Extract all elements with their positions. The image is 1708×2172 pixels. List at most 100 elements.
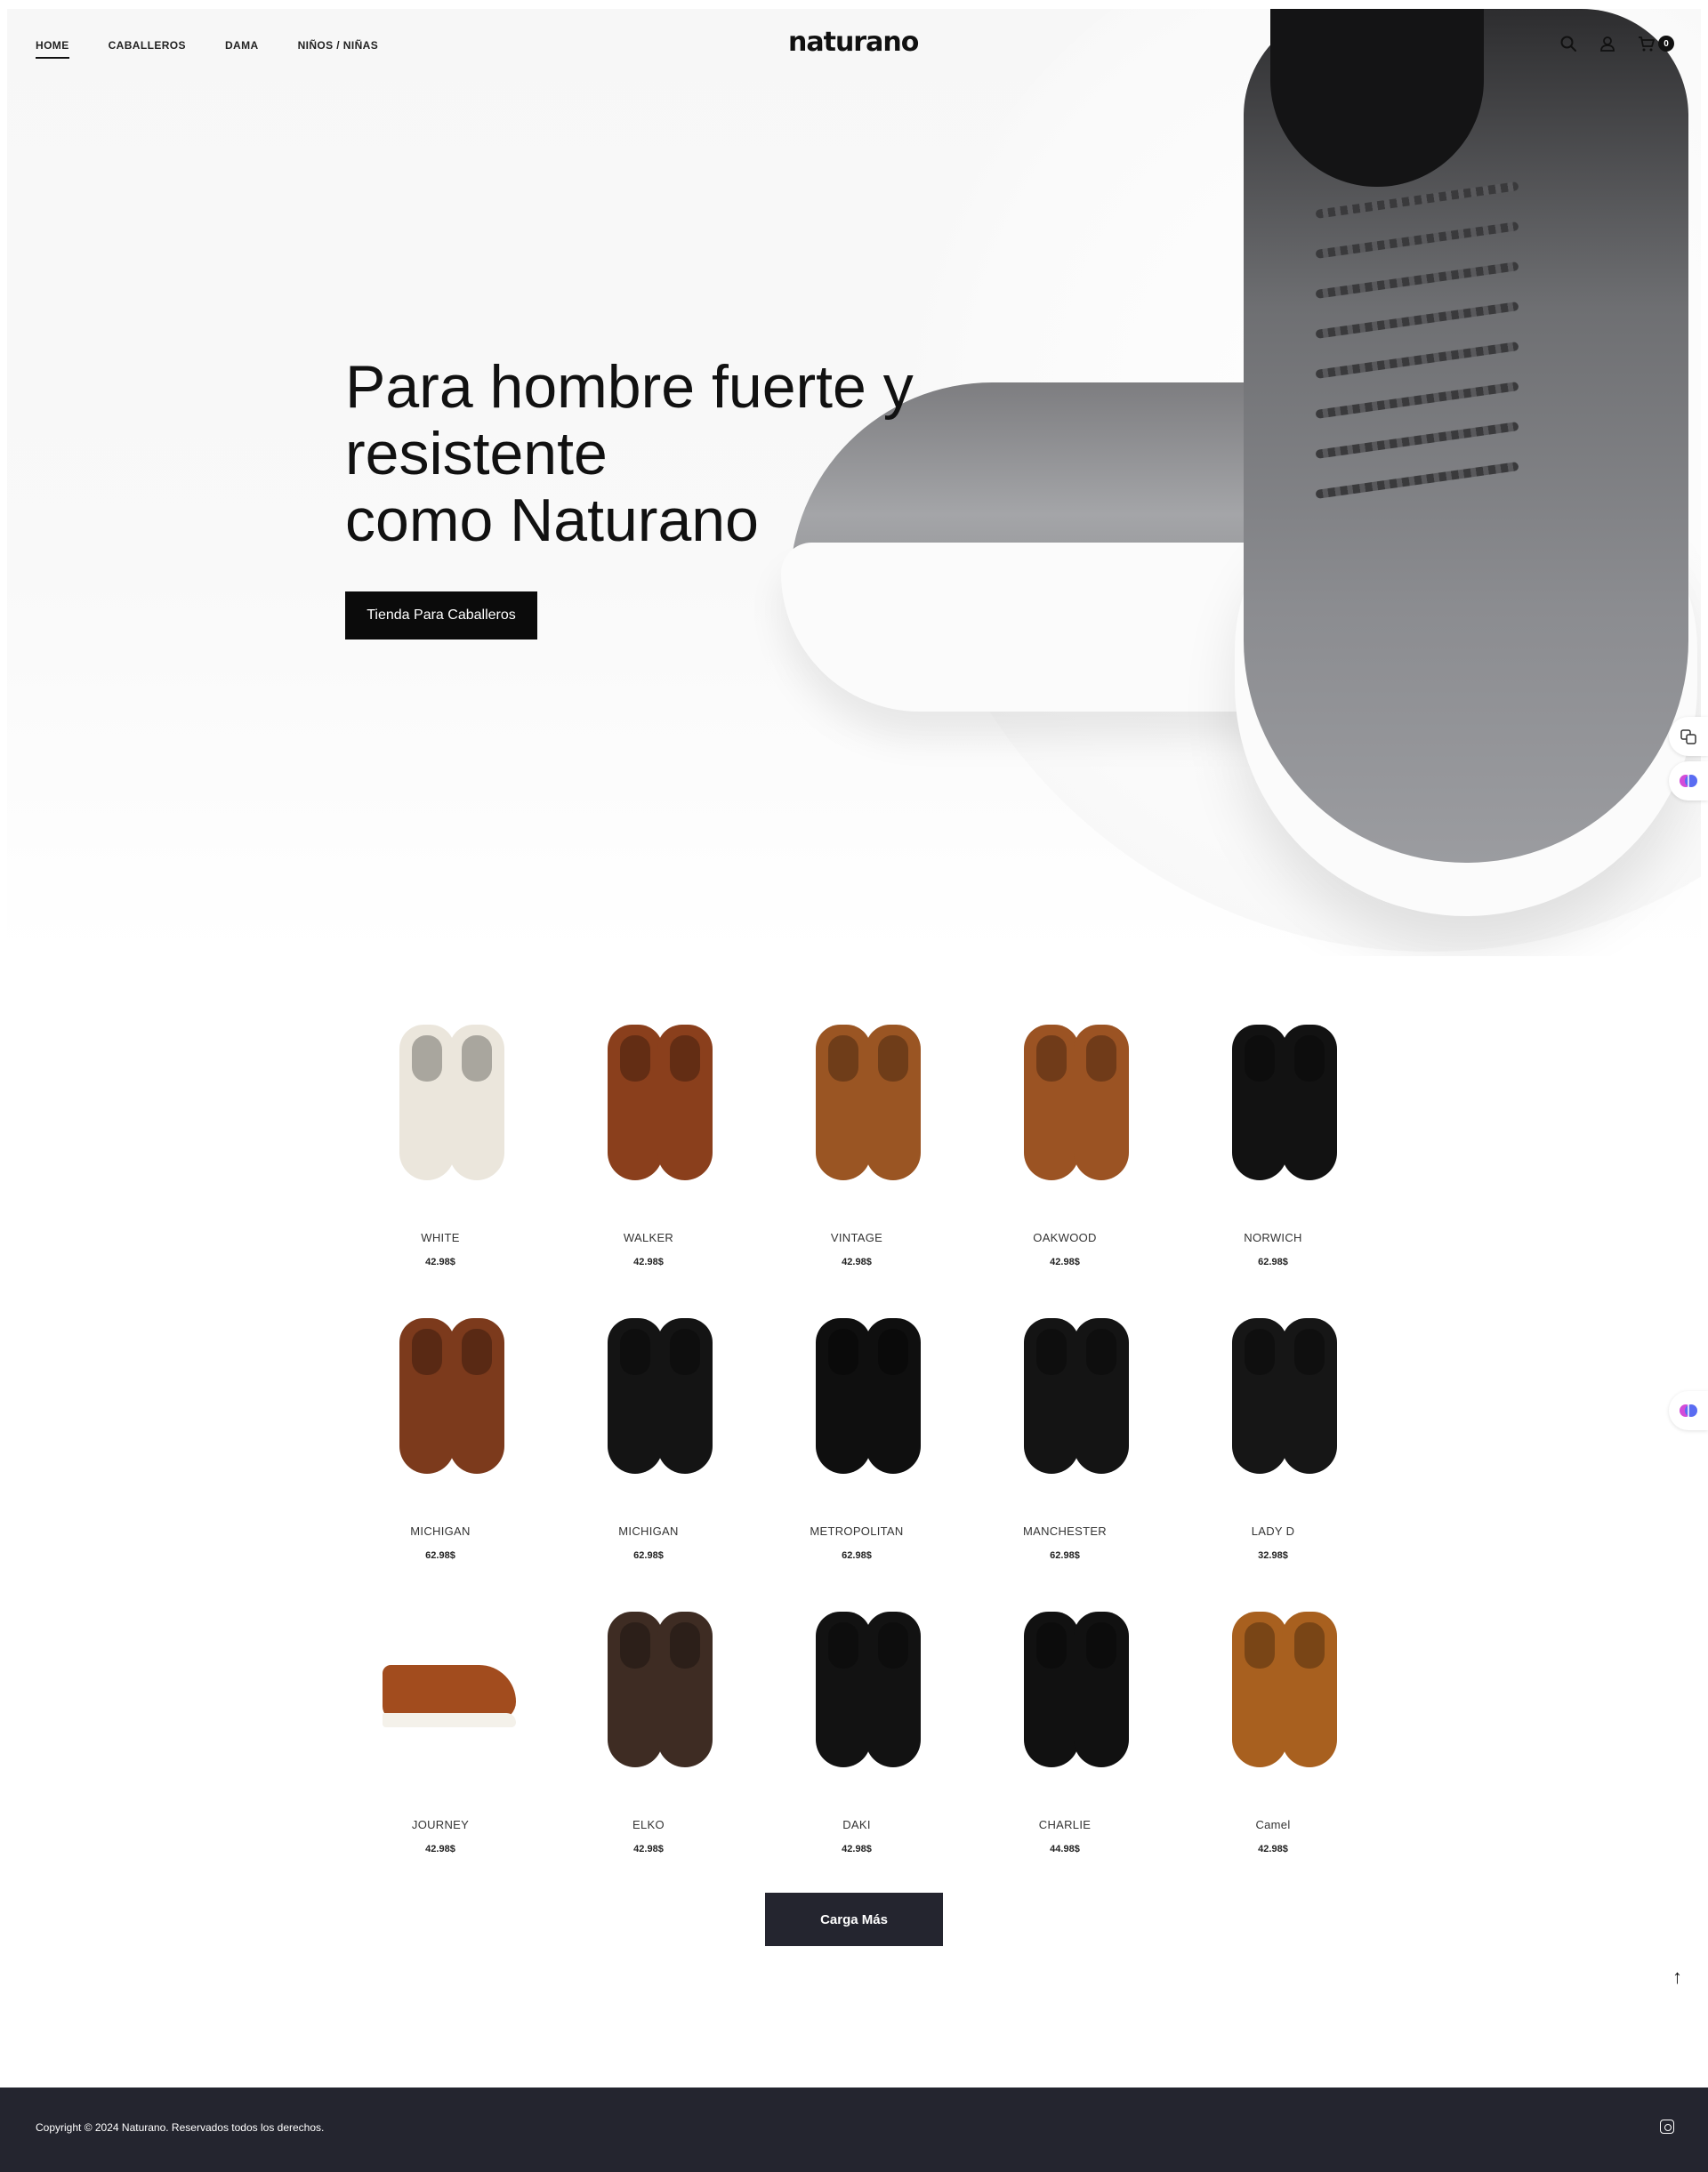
product-name[interactable]: DAKI: [842, 1818, 871, 1831]
shoe-right: [1074, 1025, 1129, 1180]
hero-banner: Para hombre fuerte y resistente como Nat…: [7, 9, 1701, 956]
product-name[interactable]: METROPOLITAN: [810, 1524, 903, 1538]
product-price: 44.98$: [1050, 1844, 1080, 1854]
product-price: 62.98$: [1258, 1257, 1288, 1267]
product-card[interactable]: OAKWOOD 42.98$: [961, 1003, 1169, 1297]
translate-widget-button[interactable]: [1669, 717, 1708, 756]
search-icon[interactable]: [1559, 34, 1578, 53]
product-card[interactable]: ELKO 42.98$: [544, 1590, 753, 1884]
product-name[interactable]: WHITE: [421, 1231, 459, 1244]
product-price: 42.98$: [1050, 1257, 1080, 1267]
product-card[interactable]: MICHIGAN 62.98$: [336, 1297, 544, 1590]
product-image[interactable]: [777, 1016, 937, 1194]
product-image[interactable]: [568, 1309, 729, 1487]
hero-title-line: Para hombre fuerte y: [345, 353, 914, 421]
scroll-to-top-arrow-icon[interactable]: ↑: [1672, 1966, 1682, 1989]
footer-copyright: Copyright © 2024 Naturano. Reservados to…: [36, 2121, 325, 2134]
product-name[interactable]: JOURNEY: [412, 1818, 469, 1831]
shoe-left: [399, 1025, 455, 1180]
product-name[interactable]: CHARLIE: [1039, 1818, 1091, 1831]
product-image[interactable]: [985, 1603, 1145, 1781]
product-card[interactable]: Camel 42.98$: [1169, 1590, 1377, 1884]
product-image[interactable]: [1193, 1309, 1353, 1487]
product-name[interactable]: ELKO: [632, 1818, 665, 1831]
nav-item-ninos-ninas[interactable]: NIÑOS / NIÑAS: [298, 39, 379, 59]
product-image[interactable]: [777, 1309, 937, 1487]
product-name[interactable]: WALKER: [624, 1231, 673, 1244]
shoe-right: [866, 1318, 921, 1474]
product-name[interactable]: MANCHESTER: [1023, 1524, 1107, 1538]
product-image[interactable]: [777, 1603, 937, 1781]
shoe-left: [608, 1612, 663, 1767]
cart-button[interactable]: 0: [1637, 34, 1674, 53]
shoe-left: [1024, 1025, 1079, 1180]
shoe-right: [866, 1612, 921, 1767]
product-name[interactable]: VINTAGE: [831, 1231, 882, 1244]
shoe-left: [816, 1025, 871, 1180]
product-price: 32.98$: [1258, 1550, 1288, 1561]
product-card[interactable]: METROPOLITAN 62.98$: [753, 1297, 961, 1590]
product-image[interactable]: [568, 1016, 729, 1194]
shoe-right: [449, 1025, 504, 1180]
shoe-left: [1232, 1612, 1287, 1767]
shoe-left: [1232, 1025, 1287, 1180]
product-card[interactable]: WHITE 42.98$: [336, 1003, 544, 1297]
cart-icon: [1637, 34, 1656, 53]
nav-item-home[interactable]: HOME: [36, 39, 69, 59]
load-more-button[interactable]: Carga Más: [765, 1893, 943, 1946]
hero-title: Para hombre fuerte y resistente como Nat…: [345, 354, 1021, 554]
product-image[interactable]: [568, 1603, 729, 1781]
product-card[interactable]: JOURNEY 42.98$: [336, 1590, 544, 1884]
product-price: 42.98$: [633, 1844, 664, 1854]
site-logo[interactable]: naturano: [788, 27, 919, 58]
product-image[interactable]: [360, 1603, 520, 1781]
product-price: 62.98$: [425, 1550, 455, 1561]
product-price: 62.98$: [1050, 1550, 1080, 1561]
instagram-icon[interactable]: [1660, 2120, 1674, 2134]
ai-assistant-button[interactable]: [1669, 761, 1708, 800]
nav-item-caballeros[interactable]: CABALLEROS: [109, 39, 186, 59]
product-name[interactable]: MICHIGAN: [618, 1524, 678, 1538]
product-name[interactable]: OAKWOOD: [1033, 1231, 1096, 1244]
product-card[interactable]: CHARLIE 44.98$: [961, 1590, 1169, 1884]
product-price: 42.98$: [425, 1257, 455, 1267]
product-price: 62.98$: [633, 1550, 664, 1561]
nav-item-dama[interactable]: DAMA: [225, 39, 259, 59]
product-card[interactable]: LADY D 32.98$: [1169, 1297, 1377, 1590]
shoe-left: [399, 1318, 455, 1474]
product-image[interactable]: [985, 1309, 1145, 1487]
product-card[interactable]: MANCHESTER 62.98$: [961, 1297, 1169, 1590]
main-nav: HOME CABALLEROS DAMA NIÑOS / NIÑAS: [36, 39, 378, 59]
product-image[interactable]: [360, 1309, 520, 1487]
shoe-right: [866, 1025, 921, 1180]
shoe-left: [816, 1612, 871, 1767]
product-name[interactable]: NORWICH: [1244, 1231, 1301, 1244]
product-image[interactable]: [360, 1016, 520, 1194]
shoe-right: [1282, 1318, 1337, 1474]
shoe-right: [1074, 1318, 1129, 1474]
product-card[interactable]: DAKI 42.98$: [753, 1590, 961, 1884]
product-name[interactable]: MICHIGAN: [410, 1524, 470, 1538]
hero-title-line: resistente: [345, 420, 608, 487]
shoe-left: [1024, 1612, 1079, 1767]
product-card[interactable]: WALKER 42.98$: [544, 1003, 753, 1297]
product-card[interactable]: NORWICH 62.98$: [1169, 1003, 1377, 1297]
product-price: 42.98$: [425, 1844, 455, 1854]
product-card[interactable]: MICHIGAN 62.98$: [544, 1297, 753, 1590]
product-price: 62.98$: [842, 1550, 872, 1561]
product-image[interactable]: [1193, 1016, 1353, 1194]
product-grid: WHITE 42.98$ WALKER 42.98$ VINTAGE 42.98$ OAKW…: [336, 1003, 1377, 1884]
user-icon[interactable]: [1598, 34, 1617, 53]
ai-assistant-button-secondary[interactable]: [1669, 1391, 1708, 1430]
translate-icon: [1680, 729, 1696, 744]
product-image[interactable]: [985, 1016, 1145, 1194]
shoe-right: [449, 1318, 504, 1474]
product-image[interactable]: [1193, 1603, 1353, 1781]
shoe-left: [1024, 1318, 1079, 1474]
product-name[interactable]: LADY D: [1252, 1524, 1295, 1538]
shop-men-button[interactable]: Tienda Para Caballeros: [345, 591, 537, 640]
shoe-left: [816, 1318, 871, 1474]
product-card[interactable]: VINTAGE 42.98$: [753, 1003, 961, 1297]
shoe-left: [608, 1025, 663, 1180]
product-name[interactable]: Camel: [1255, 1818, 1290, 1831]
